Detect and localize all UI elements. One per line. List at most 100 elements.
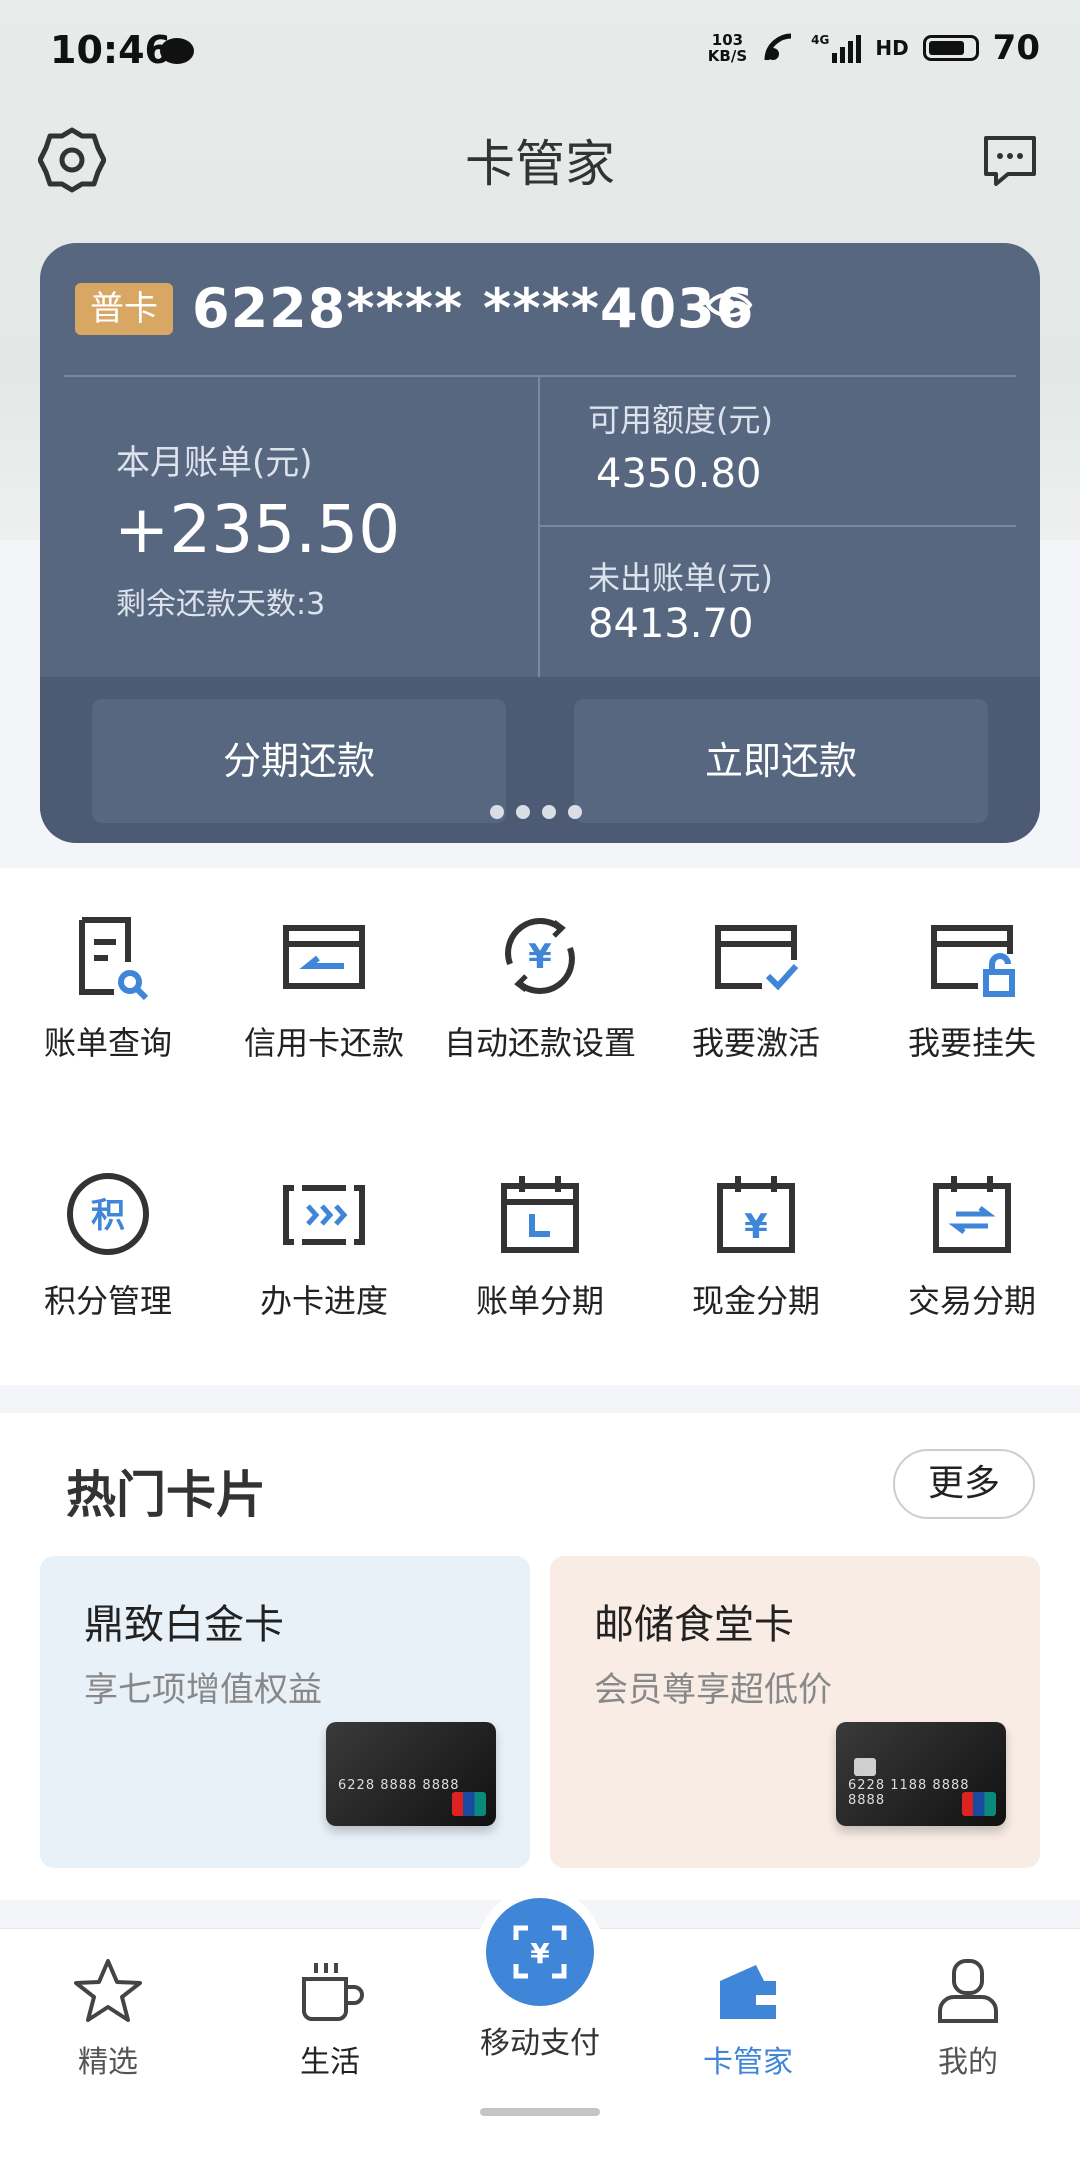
card-chip [854,1758,876,1776]
canteen-card-image: 6228 1188 8888 8888 [836,1722,1006,1826]
service-label: 自动还款设置 [443,1024,636,1062]
bill-installment-icon [501,1176,579,1253]
wallet-icon [720,1965,776,2019]
service-activate[interactable]: 我要激活 [648,906,864,1064]
eye-icon [705,292,753,318]
available-value: 4350.80 [596,451,762,497]
hd-indicator: HD [875,36,909,60]
service-auto-repay[interactable]: ¥ 自动还款设置 [432,906,648,1064]
mobile-pay-button[interactable]: ¥ [486,1898,594,2006]
service-points[interactable]: 积 积分管理 [0,1164,216,1322]
network-type: 4G [811,33,830,47]
bill-search-icon [79,917,149,1001]
scan-pay-icon: ¥ [513,1925,567,1979]
service-label: 我要挂失 [907,1024,1036,1062]
status-indicators: 103 KB/S 4G HD 70 [708,28,1040,68]
service-cash-installment[interactable]: ¥ 现金分期 [648,1164,864,1322]
available-label: 可用额度(元) [588,401,773,439]
tab-featured[interactable]: 精选 [28,1955,188,2081]
network-speed: 103 KB/S [708,32,747,64]
progress-icon [283,1185,365,1245]
service-bill-installment[interactable]: 账单分期 [432,1164,648,1322]
mobile-pay-label: 移动支付 [480,2026,600,2061]
platinum-card-image: 6228 8888 8888 [326,1722,496,1826]
service-progress[interactable]: 办卡进度 [216,1164,432,1322]
message-notification-icon [160,38,194,64]
card-level-badge: 普卡 [75,283,173,335]
card-repay-icon [283,925,365,989]
page-title: 卡管家 [465,135,615,193]
card-subtitle: 会员尊享超低价 [594,1670,832,1710]
hot-cards-section: 热门卡片 更多 鼎致白金卡 享七项增值权益 6228 8888 8888 邮储食… [0,1413,1080,1900]
tab-life[interactable]: 生活 [250,1955,410,2081]
unionpay-logo [452,1792,486,1816]
hotspot-icon [764,33,792,61]
service-grid: 账单查询 信用卡还款 ¥ 自动还款设置 我要激活 我要挂失 积 积分管理 办卡进… [0,868,1080,1385]
card-divider [64,375,1016,377]
card-name: 邮储食堂卡 [594,1602,794,1648]
tab-label: 精选 [78,2045,138,2080]
card-subtitle: 享七项增值权益 [84,1670,322,1710]
service-trade-installment[interactable]: 交易分期 [864,1164,1080,1322]
home-indicator[interactable] [480,2108,600,2116]
repay-now-button[interactable]: 立即还款 [574,699,988,823]
service-label: 账单分期 [475,1282,604,1320]
service-label: 账单查询 [43,1024,172,1062]
service-label: 我要激活 [691,1024,820,1062]
toggle-visibility-button[interactable] [705,285,753,329]
status-time: 10:46 [50,28,171,72]
monthly-bill-label: 本月账单(元) [116,443,313,483]
hot-card-canteen[interactable]: 邮储食堂卡 会员尊享超低价 6228 1188 8888 8888 [550,1556,1040,1868]
service-bill-search[interactable]: 账单查询 [0,906,216,1064]
tab-label: 生活 [300,2045,360,2080]
app-header: 卡管家 [0,110,1080,200]
days-left: 剩余还款天数:3 [116,587,326,622]
battery-icon [922,35,979,61]
user-icon [938,1959,998,2023]
star-icon [74,1959,142,2022]
speed-value: 103 [711,31,744,49]
battery-level: 70 [992,28,1040,68]
speed-unit: KB/S [707,47,748,65]
hot-card-platinum[interactable]: 鼎致白金卡 享七项增值权益 6228 8888 8888 [40,1556,530,1868]
tab-label: 我的 [938,2045,998,2080]
card-image-number: 6228 8888 8888 [338,1778,460,1793]
chat-icon [984,136,1036,186]
section-title: 热门卡片 [66,1466,266,1524]
card-activate-icon [715,925,799,991]
service-label: 信用卡还款 [243,1024,404,1062]
service-label: 交易分期 [907,1282,1036,1320]
svg-text:积: 积 [91,1196,125,1236]
card-divider-right [540,525,1016,527]
card-actions: 分期还款 立即还款 [40,677,1040,843]
tab-mine[interactable]: 我的 [888,1955,1048,2081]
auto-repay-icon: ¥ [505,918,575,994]
service-card-repay[interactable]: 信用卡还款 [216,906,432,1064]
tab-card-manager[interactable]: 卡管家 [668,1955,828,2081]
card-header: 普卡 6228**** ****4036 [40,243,1040,373]
service-label: 办卡进度 [259,1282,388,1320]
monthly-bill-value: +235.50 [114,491,401,568]
points-icon: 积 [67,1173,149,1255]
svg-text:¥: ¥ [530,1937,550,1970]
service-label: 积分管理 [43,1282,172,1320]
message-button[interactable] [970,120,1050,200]
cash-installment-icon: ¥ [717,1176,795,1253]
installment-repay-button[interactable]: 分期还款 [92,699,506,823]
card-divider-vertical [538,377,540,677]
signal-icon: 4G [811,33,862,63]
card-number: 6228**** ****4036 [192,277,755,340]
trade-installment-icon [933,1176,1011,1253]
cup-icon [302,1963,364,2021]
credit-card-panel[interactable]: 普卡 6228**** ****4036 本月账单(元) +235.50 剩余还… [40,243,1040,843]
svg-text:¥: ¥ [528,937,552,977]
unionpay-logo [962,1792,996,1816]
svg-text:¥: ¥ [744,1207,768,1247]
card-name: 鼎致白金卡 [84,1602,284,1648]
status-bar: 10:46 103 KB/S 4G HD 70 [0,0,1080,100]
more-button[interactable]: 更多 [893,1449,1035,1519]
unbilled-value: 8413.70 [588,601,754,647]
unbilled-label: 未出账单(元) [588,559,773,597]
tab-label: 卡管家 [703,2045,793,2080]
service-report-loss[interactable]: 我要挂失 [864,906,1080,1064]
